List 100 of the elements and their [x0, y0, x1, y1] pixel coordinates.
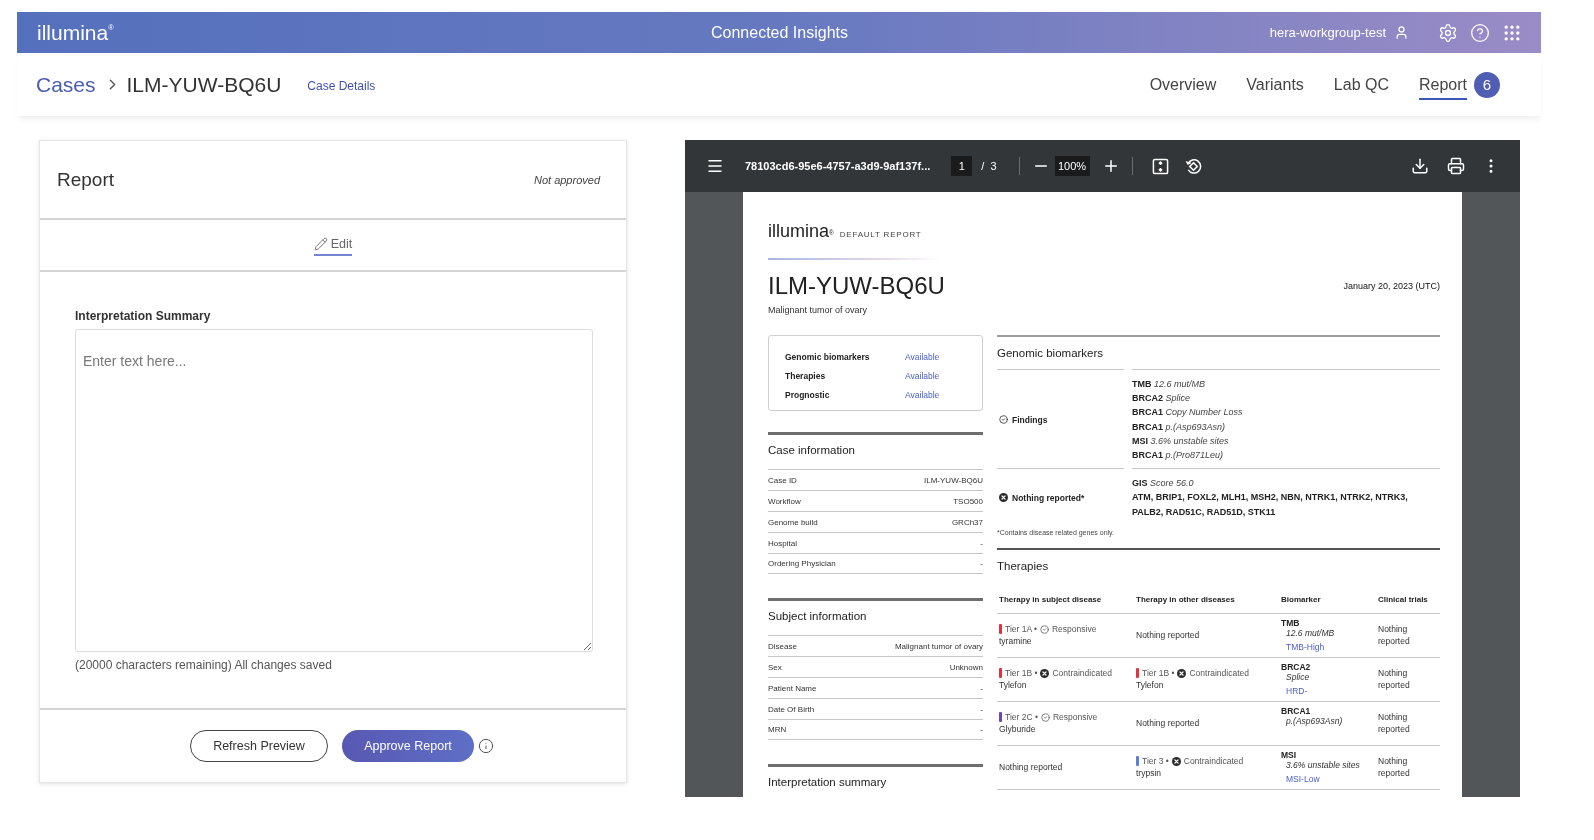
table-cell-text: Nothing reported [999, 761, 1064, 774]
x-circle-icon [1040, 668, 1050, 678]
table-cell-text: Nothing reported [1378, 711, 1411, 736]
info-label: Sex [768, 662, 782, 672]
card-title: Report [57, 168, 115, 191]
page-number-field[interactable]: 1 [951, 156, 973, 176]
document-logo: illumina$^{®}$ [768, 221, 834, 241]
tier-label: Tier 1B • [1142, 667, 1175, 680]
therapy-status: Contraindicated [1189, 667, 1249, 680]
gene-name: BRCA1 [1281, 705, 1312, 717]
gene-name: BRCA2 [1281, 661, 1312, 673]
table-cell-text: Nothing reported [1136, 717, 1201, 730]
drug-name: Tylefon [1136, 679, 1165, 692]
document-type: DEFAULT REPORT [839, 230, 922, 239]
section-title: Interpretation summary [768, 775, 888, 790]
count-badge: 6 [1474, 71, 1500, 98]
drug-name: trypsin [1136, 767, 1163, 780]
section-title: Subject information [768, 609, 868, 624]
tier-label: Tier 1B • [1005, 667, 1038, 680]
biomarker-line: BRCA1 Copy Number Loss [1132, 406, 1244, 420]
table-cell-text: Nothing reported [1378, 667, 1411, 692]
biomarker-line: BRCA2 Splice [1132, 392, 1192, 406]
info-label: Genome build [768, 517, 818, 527]
info-label: Hospital [768, 538, 797, 548]
info-value: ILM-YUW-BQ6U [924, 475, 983, 485]
biomarker-link[interactable]: TMB-High [1281, 641, 1374, 653]
help-icon[interactable] [1470, 22, 1490, 43]
availability-value: Available [905, 389, 941, 400]
availability-label: Prognostic [785, 389, 831, 400]
summary-text-field[interactable]: Enter text here... [75, 329, 593, 652]
info-value: - [980, 538, 983, 548]
nav-tab[interactable]: Report [1418, 69, 1467, 100]
availability-value: Available [905, 370, 941, 381]
nav-tab[interactable]: Overview [1149, 69, 1217, 100]
info-value: - [980, 683, 983, 693]
fit-page-icon[interactable] [1151, 157, 1169, 175]
file-name: 78103cd6-95e6-4757-a3d9-9af137f... [745, 160, 931, 172]
secondary-button[interactable]: Refresh Preview [190, 730, 328, 762]
print-icon[interactable] [1447, 157, 1465, 175]
biomarker-link[interactable]: MSI-Low [1281, 773, 1374, 785]
x-circle-icon [999, 493, 1008, 502]
info-label: Patient Name [768, 683, 817, 693]
approval-status: Not approved [533, 173, 600, 186]
zoom-level-field[interactable]: 100% [1054, 156, 1090, 176]
app-title: Connected Insights [711, 23, 848, 42]
biomarker-group-label: Findings [1012, 414, 1048, 425]
info-label: MRN [768, 725, 787, 734]
diagnosis-text: Malignant tumor of ovary [768, 305, 869, 315]
therapy-status: Contraindicated [1183, 755, 1244, 768]
brand-logo: illumina$^{®}$ [37, 22, 114, 43]
check-circle-icon [1039, 624, 1049, 634]
section-title: Genomic biomarkers [997, 346, 1105, 360]
info-icon[interactable] [478, 738, 494, 754]
breadcrumb-link[interactable]: Cases [36, 72, 96, 97]
primary-button[interactable]: Approve Report [342, 730, 474, 762]
drug-name: Tylefon [999, 679, 1028, 692]
info-label: Date Of Birth [768, 704, 815, 714]
field-label: Interpretation Summary [75, 309, 212, 323]
biomarker-link[interactable]: HRD- [1281, 685, 1374, 697]
info-value: - [980, 704, 983, 714]
therapy-status: Responsive [1052, 711, 1098, 724]
section-title: Case information [768, 443, 856, 458]
user-icon [1394, 25, 1409, 40]
info-value: - [980, 559, 983, 568]
gene-detail: Splice [1285, 672, 1311, 683]
settings-icon[interactable] [1438, 22, 1458, 43]
biomarker-line: BRCA1 p.(Asp693Asn) [1132, 420, 1227, 434]
therapy-status: Responsive [1051, 623, 1097, 636]
gene-detail: 3.6% unstable sites [1285, 760, 1361, 771]
check-circle-icon [999, 415, 1008, 425]
gene-detail: p.(Asp693Asn) [1285, 716, 1344, 727]
menu-icon[interactable] [706, 157, 724, 175]
edit-tab[interactable]: Edit [313, 234, 353, 256]
column-header: Biomarker [1279, 594, 1376, 614]
info-value: Malignant tumor of ovary [894, 641, 983, 651]
availability-value: Available [905, 351, 941, 362]
x-circle-icon [1177, 668, 1187, 678]
biomarker-line: ATM, BRIP1, FOXL2, MLH1, MSH2, NBN, NTRK1, NTRK2, NTRK3, PALB2, RAD51C, RAD51D, STK11 [1132, 491, 1409, 519]
availability-label: Genomic biomarkers [785, 351, 871, 362]
nav-tab[interactable]: Variants [1246, 69, 1304, 100]
case-details-link[interactable]: Case Details [307, 78, 376, 93]
tier-label: Tier 2C • [1005, 711, 1038, 724]
therapy-status: Contraindicated [1052, 667, 1112, 680]
info-value: TSO500 [953, 496, 983, 506]
info-label: Ordering Physician [768, 559, 836, 568]
table-cell-text: Nothing reported [1136, 629, 1201, 642]
table-cell-text: Nothing reported [1378, 623, 1411, 648]
info-value: GRCh37 [951, 517, 983, 527]
biomarker-line: GIS Score 56.0 [1132, 477, 1195, 491]
column-header: Therapy in subject disease [997, 594, 1134, 614]
download-icon[interactable] [1411, 157, 1429, 175]
gene-detail: 12.6 mut/MB [1285, 628, 1336, 639]
nav-tab[interactable]: Lab QC [1333, 69, 1389, 100]
biomarker-line: MSI 3.6% unstable sites [1132, 434, 1230, 448]
drug-name: tyramine [999, 635, 1033, 648]
rotate-icon[interactable] [1184, 157, 1202, 175]
page-count: / 3 [981, 160, 997, 172]
info-label: Disease [768, 641, 797, 651]
biomarker-line: BRCA1 p.(Pro871Leu) [1132, 449, 1225, 462]
info-value: Unknown [949, 662, 983, 672]
